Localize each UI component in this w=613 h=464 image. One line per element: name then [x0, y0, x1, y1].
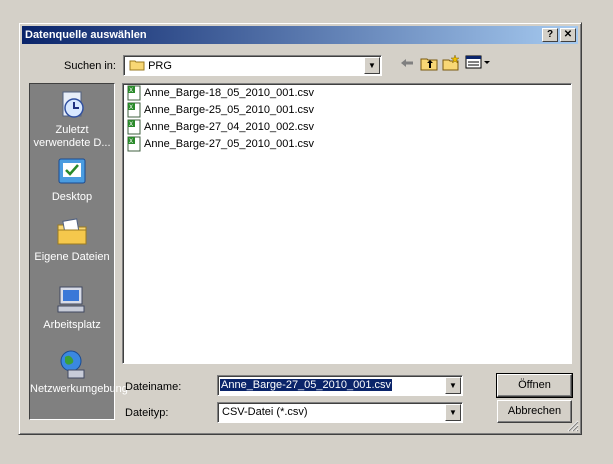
title-bar: Datenquelle auswählen ? ✕ — [22, 26, 578, 44]
place-desktop-label: Desktop — [51, 191, 93, 203]
svg-text:X: X — [129, 138, 133, 145]
place-network[interactable]: Netzwerkumgebung — [30, 348, 128, 396]
csv-file-icon: X — [127, 102, 141, 118]
network-icon — [60, 350, 85, 379]
folder-up-icon[interactable] — [418, 55, 440, 75]
filename-input[interactable]: Anne_Barge-27_05_2010_001.csv — [220, 379, 393, 391]
file-name: Anne_Barge-27_05_2010_001.csv — [144, 138, 315, 150]
new-folder-icon[interactable] — [440, 54, 462, 75]
place-my-computer[interactable]: Arbeitsplatz — [30, 284, 114, 332]
file-open-dialog: Datenquelle auswählen ? ✕ Suchen in: PRG… — [18, 22, 582, 435]
close-button[interactable]: ✕ — [560, 28, 576, 42]
svg-text:X: X — [129, 104, 133, 111]
look-in-combo[interactable]: PRG ▼ — [123, 55, 382, 76]
file-list[interactable]: X Anne_Barge-18_05_2010_001.csv X Anne_Bar… — [122, 83, 572, 364]
csv-file-icon: X — [127, 119, 141, 135]
filetype-select[interactable]: CSV-Datei (*.csv) ▼ — [217, 402, 463, 423]
look-in-label: Suchen in: — [64, 60, 116, 72]
desktop-icon — [58, 158, 86, 184]
list-item[interactable]: X Anne_Barge-27_04_2010_002.csv — [126, 119, 314, 135]
back-arrow-icon[interactable] — [396, 55, 418, 75]
file-name: Anne_Barge-18_05_2010_001.csv — [144, 87, 315, 99]
dialog-title: Datenquelle auswählen — [25, 29, 147, 41]
cancel-button[interactable]: Abbrechen — [497, 400, 572, 423]
folder-icon — [129, 60, 145, 71]
file-name: Anne_Barge-25_05_2010_001.csv — [144, 104, 315, 116]
chevron-down-icon[interactable]: ▼ — [445, 404, 461, 421]
resize-grip-icon[interactable] — [567, 420, 579, 432]
place-network-label: Netzwerkumgebung — [30, 383, 128, 395]
open-button[interactable]: Öffnen — [496, 373, 573, 398]
filename-label: Dateiname: — [125, 381, 182, 393]
filetype-value: CSV-Datei (*.csv) — [222, 406, 308, 418]
filetype-label: Dateityp: — [125, 407, 169, 419]
list-item[interactable]: X Anne_Barge-18_05_2010_001.csv — [126, 85, 314, 101]
list-item[interactable]: X Anne_Barge-25_05_2010_001.csv — [126, 102, 314, 118]
help-button[interactable]: ? — [542, 28, 558, 42]
view-menu-icon[interactable] — [464, 55, 492, 75]
csv-file-icon: X — [127, 85, 141, 101]
place-recent-label: Zuletzt verwendete D... — [33, 124, 111, 149]
place-recent[interactable]: Zuletzt verwendete D... — [30, 89, 114, 150]
place-desktop[interactable]: Desktop — [30, 156, 114, 204]
list-item[interactable]: X Anne_Barge-27_05_2010_001.csv — [126, 136, 314, 152]
svg-text:X: X — [129, 87, 133, 94]
place-my-documents-label: Eigene Dateien — [34, 251, 110, 263]
places-bar: Zuletzt verwendete D... Desktop Eigene D… — [29, 83, 128, 420]
look-in-value: PRG — [148, 60, 172, 72]
my-documents-icon — [57, 218, 87, 245]
place-my-computer-label: Arbeitsplatz — [43, 319, 101, 331]
place-my-documents[interactable]: Eigene Dateien — [30, 216, 114, 264]
chevron-down-icon[interactable]: ▼ — [445, 377, 461, 394]
csv-file-icon: X — [127, 136, 141, 152]
chevron-down-icon[interactable]: ▼ — [364, 57, 380, 74]
svg-text:X: X — [129, 121, 133, 128]
my-computer-icon — [57, 286, 85, 313]
recent-documents-icon — [62, 91, 84, 118]
file-name: Anne_Barge-27_04_2010_002.csv — [144, 121, 315, 133]
filename-combo[interactable]: Anne_Barge-27_05_2010_001.csv ▼ — [217, 375, 463, 396]
